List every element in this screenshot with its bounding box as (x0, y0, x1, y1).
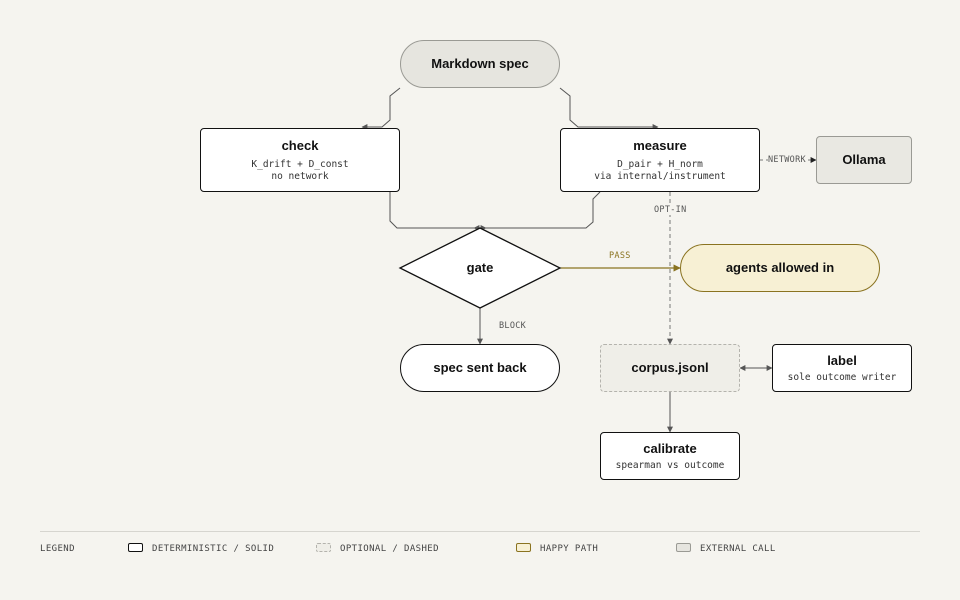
edge-label-pass: PASS (609, 251, 631, 261)
node-ollama: Ollama (816, 136, 912, 184)
node-measure-sub1: D_pair + H_norm (617, 158, 703, 170)
node-calibrate-sub: spearman vs outcome (615, 459, 725, 471)
legend-divider (40, 531, 920, 532)
legend-swatch-external (676, 543, 691, 552)
node-check: check K_drift + D_const no network (200, 128, 400, 192)
node-agents-title: agents allowed in (725, 260, 835, 275)
node-label-sub: sole outcome writer (787, 371, 897, 383)
flow-diagram: Markdown spec check K_drift + D_const no… (0, 0, 960, 600)
node-ollama-title: Ollama (842, 152, 886, 167)
edge-measure-to-gate (473, 191, 601, 231)
legend-label-happy: HAPPY PATH (540, 544, 599, 554)
node-markdown-spec-title: Markdown spec (431, 56, 529, 71)
node-corpus-title: corpus.jsonl (631, 360, 709, 375)
edge-spec-to-check (361, 87, 401, 130)
legend-swatch-happy (516, 543, 531, 552)
legend-label-external: EXTERNAL CALL (700, 544, 776, 554)
node-measure-sub2: via internal/instrument (594, 170, 726, 182)
node-calibrate: calibrate spearman vs outcome (600, 432, 740, 480)
edge-label-network: NETWORK (768, 155, 806, 165)
edge-label-block: BLOCK (499, 321, 527, 331)
legend-title: LEGEND (40, 544, 75, 554)
node-markdown-spec: Markdown spec (400, 40, 560, 88)
node-measure: measure D_pair + H_norm via internal/ins… (560, 128, 760, 192)
legend-swatch-dashed (316, 543, 331, 552)
legend-label-dashed: OPTIONAL / DASHED (340, 544, 439, 554)
edge-label-opt-in: OPT-IN (654, 205, 687, 215)
node-corpus: corpus.jsonl (600, 344, 740, 392)
edge-check-to-gate (389, 192, 487, 231)
legend-swatch-solid (128, 543, 143, 552)
node-gate: gate (400, 228, 560, 308)
node-label-title: label (827, 352, 857, 368)
node-check-title: check (281, 137, 319, 153)
node-label: label sole outcome writer (772, 344, 912, 392)
legend-label-solid: DETERMINISTIC / SOLID (152, 544, 275, 554)
node-measure-title: measure (633, 137, 687, 153)
node-spec-sent-back: spec sent back (400, 344, 560, 392)
node-calibrate-title: calibrate (643, 440, 697, 456)
node-gate-title: gate (466, 260, 494, 275)
edge-spec-to-measure (559, 87, 659, 130)
node-spec-back-title: spec sent back (433, 360, 527, 375)
node-agents-allowed-in: agents allowed in (680, 244, 880, 292)
node-check-sub2: no network (271, 170, 329, 182)
node-check-sub1: K_drift + D_const (251, 158, 349, 170)
